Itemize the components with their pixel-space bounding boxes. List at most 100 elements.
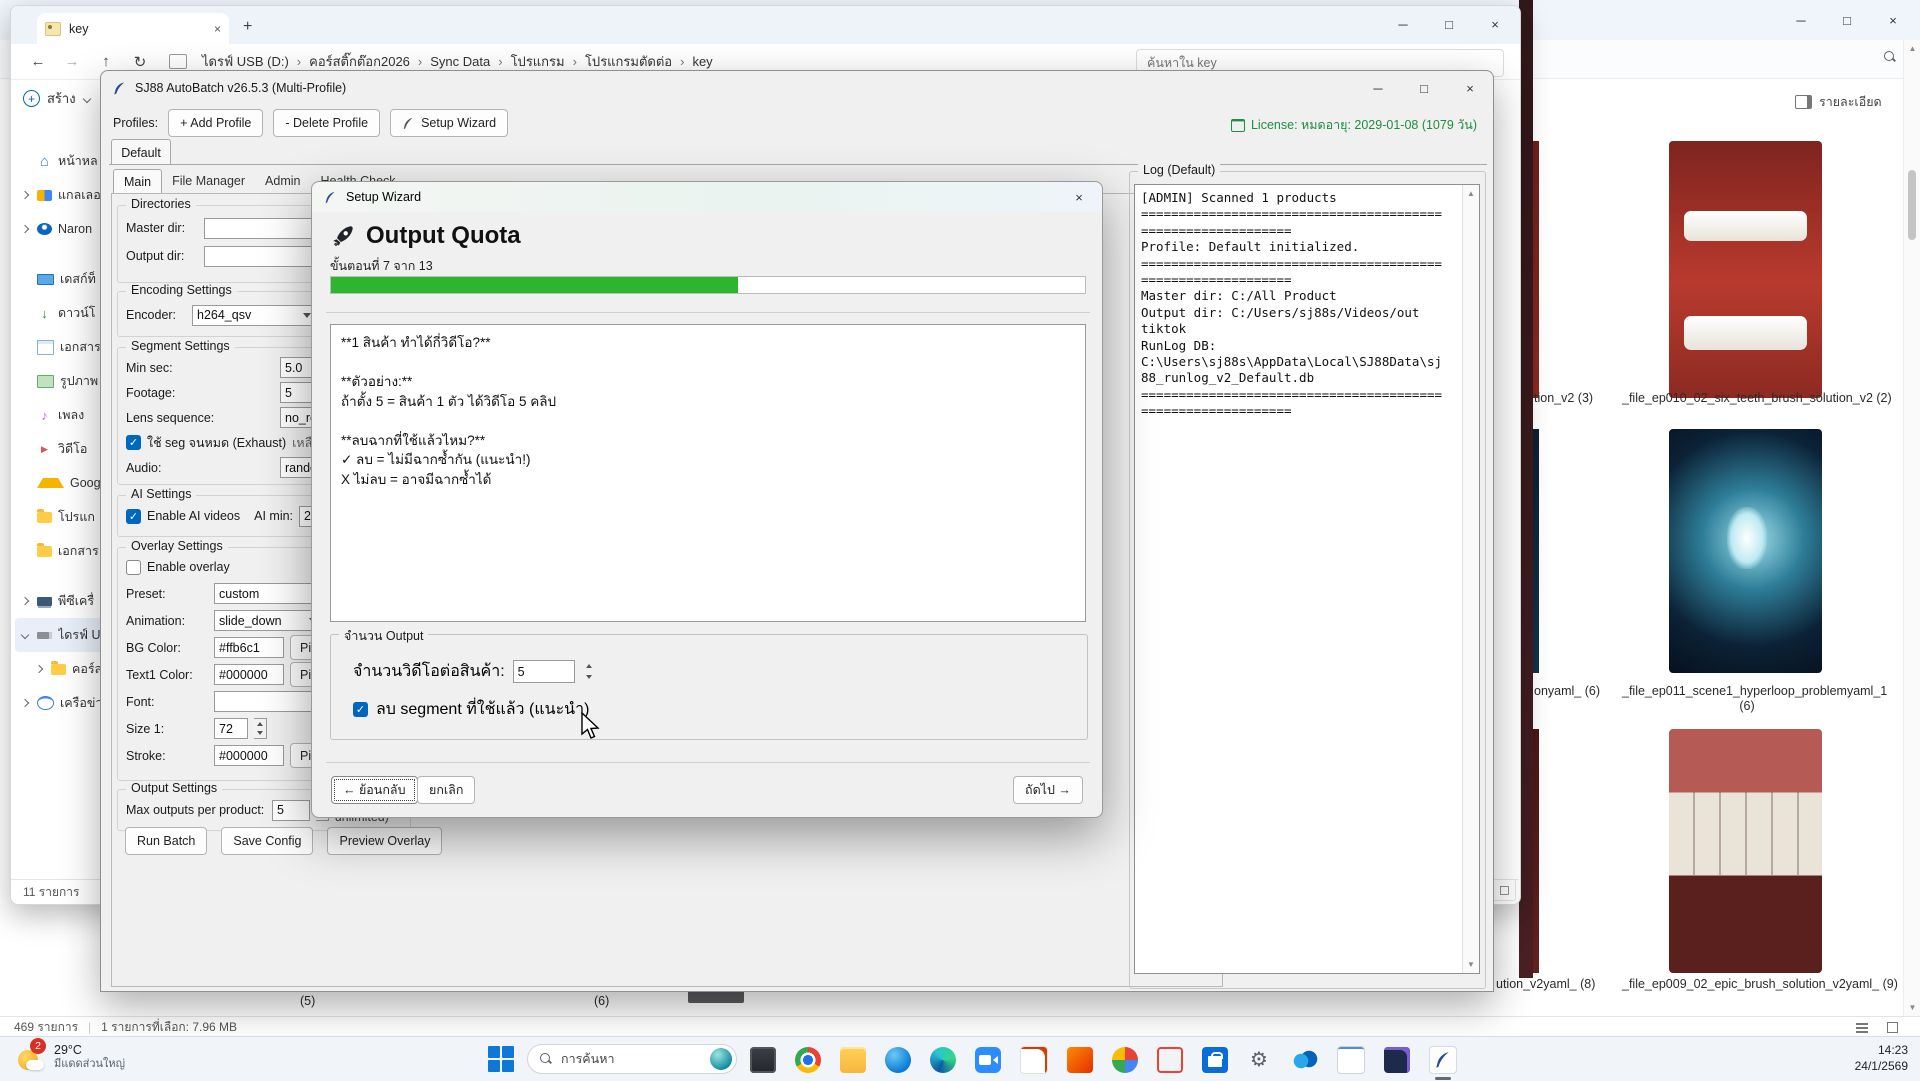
sidebar-item-home[interactable]: หน้าหล bbox=[15, 144, 110, 178]
text1-color-input[interactable]: #000000 bbox=[214, 664, 284, 685]
chevron-down-icon[interactable] bbox=[21, 631, 31, 639]
max-outputs-input[interactable]: 5 bbox=[272, 800, 310, 821]
delete-segment-checkbox[interactable]: ✓ bbox=[353, 702, 368, 717]
search-icon[interactable] bbox=[1884, 51, 1896, 63]
spinner[interactable] bbox=[254, 718, 267, 739]
laptop-icon[interactable] bbox=[750, 1047, 776, 1073]
profile-tab-default[interactable]: Default bbox=[111, 139, 171, 165]
add-profile-button[interactable]: + Add Profile bbox=[168, 109, 263, 137]
setup-wizard-button[interactable]: Setup Wizard bbox=[390, 109, 508, 137]
minimize-icon[interactable]: ─ bbox=[1380, 6, 1426, 42]
sidebar-item-this-pc[interactable]: พีซีเครื่ bbox=[15, 584, 110, 618]
sidebar-item-music[interactable]: เพลง bbox=[15, 398, 110, 432]
sidebar-item-documents-2[interactable]: เอกสาร bbox=[15, 534, 110, 568]
breadcrumb-item[interactable]: Sync Data bbox=[423, 51, 497, 72]
log-scrollbar[interactable]: ▲ ▼ bbox=[1462, 185, 1479, 973]
back-button[interactable]: ← ย้อนกลับ bbox=[331, 776, 418, 804]
chevron-right-icon[interactable] bbox=[35, 665, 45, 673]
sidebar-item-onedrive-naron[interactable]: Naron bbox=[15, 212, 110, 246]
sidebar-item-programs[interactable]: โปรแก bbox=[15, 500, 110, 534]
tab-file-manager[interactable]: File Manager bbox=[162, 169, 255, 193]
spinner[interactable] bbox=[583, 660, 596, 683]
close-icon[interactable]: × bbox=[1056, 182, 1102, 212]
sidebar-item-google-drive[interactable]: Goog bbox=[15, 466, 110, 500]
sidebar-item-usb-drive[interactable]: ไดรฟ์ U bbox=[15, 618, 110, 652]
file-explorer-icon[interactable] bbox=[840, 1047, 866, 1073]
thumbnail-view-icon[interactable] bbox=[1884, 1020, 1900, 1034]
zoom-icon[interactable] bbox=[975, 1047, 1001, 1073]
list-view-icon[interactable] bbox=[1854, 1020, 1870, 1034]
start-button[interactable] bbox=[488, 1046, 514, 1072]
chevron-right-icon[interactable] bbox=[21, 699, 31, 707]
scroll-up-icon[interactable]: ▲ bbox=[1904, 40, 1920, 57]
animation-dropdown[interactable]: slide_down bbox=[214, 610, 326, 631]
run-batch-button[interactable]: Run Batch bbox=[125, 827, 207, 855]
minimize-icon[interactable]: ─ bbox=[1778, 2, 1824, 38]
settings-icon[interactable] bbox=[1247, 1047, 1273, 1073]
enable-ai-checkbox[interactable]: ✓ bbox=[126, 509, 141, 524]
taskbar-search[interactable]: การค้นหา bbox=[527, 1044, 737, 1074]
file-name-fragment[interactable]: tion_v2 (3) bbox=[1534, 391, 1593, 405]
minimize-icon[interactable]: ─ bbox=[1355, 71, 1401, 105]
new-button[interactable]: + สร้าง bbox=[23, 88, 93, 109]
explorer-tab-key[interactable]: key × bbox=[37, 13, 229, 44]
per-product-input[interactable]: 5 bbox=[513, 660, 575, 683]
cancel-button[interactable]: ยกเลิก bbox=[417, 776, 475, 804]
file-name[interactable]: _file_ep009_02_epic_brush_solution_v2yam… bbox=[1622, 977, 1872, 991]
enable-overlay-checkbox[interactable] bbox=[126, 560, 141, 575]
scroll-up-icon[interactable]: ▲ bbox=[1463, 185, 1479, 202]
next-button[interactable]: ถัดไป → bbox=[1013, 776, 1083, 804]
chevron-right-icon[interactable] bbox=[21, 191, 31, 199]
maximize-icon[interactable]: □ bbox=[1401, 71, 1447, 105]
forward-icon[interactable]: → bbox=[55, 47, 89, 77]
tab-admin[interactable]: Admin bbox=[255, 169, 310, 193]
size1-input[interactable]: 72 bbox=[214, 718, 248, 739]
file-name[interactable]: _file_ep010_02_six_teeth_brush_solution_… bbox=[1622, 391, 1872, 405]
vscode-icon[interactable] bbox=[1384, 1047, 1410, 1073]
sidebar-item-downloads[interactable]: ดาวน์โ bbox=[15, 296, 110, 330]
chevron-right-icon[interactable] bbox=[21, 225, 31, 233]
sidebar-item-desktop[interactable]: เดสก์ท็ bbox=[15, 262, 110, 296]
sidebar-item-course-folder[interactable]: คอร์ส bbox=[15, 652, 110, 686]
new-tab-icon[interactable]: + bbox=[243, 18, 252, 36]
file-name-fragment[interactable]: ution_v2yaml_ (8) bbox=[1496, 977, 1595, 991]
file-thumbnail-teeth-open-mouth[interactable] bbox=[1669, 141, 1822, 398]
sj88-icon[interactable] bbox=[1429, 1046, 1457, 1074]
chevron-right-icon[interactable] bbox=[21, 597, 31, 605]
autodesk-icon[interactable] bbox=[1067, 1047, 1093, 1073]
details-pane-button[interactable]: รายละเอียด bbox=[1795, 92, 1882, 112]
encoder-dropdown[interactable]: h264_qsv bbox=[192, 305, 320, 326]
close-icon[interactable]: × bbox=[1472, 6, 1518, 42]
sidebar-item-pictures[interactable]: รูปภาพ bbox=[15, 364, 110, 398]
gmail-icon[interactable] bbox=[1157, 1047, 1183, 1073]
preview-overlay-button[interactable]: Preview Overlay bbox=[327, 827, 442, 855]
chrome-icon[interactable] bbox=[795, 1047, 821, 1073]
file-name-fragment[interactable]: onyaml_ (6) bbox=[1534, 684, 1600, 698]
scrollbar-thumb[interactable] bbox=[1908, 170, 1916, 240]
weather-widget[interactable]: 2 29°C มีแดดส่วนใหญ่ bbox=[16, 1042, 125, 1072]
sidebar-item-videos[interactable]: วิดีโอ bbox=[15, 432, 110, 466]
stroke-input[interactable]: #000000 bbox=[214, 745, 284, 766]
tab-close-icon[interactable]: × bbox=[214, 22, 221, 36]
close-icon[interactable]: × bbox=[1447, 71, 1493, 105]
back-icon[interactable]: ← bbox=[21, 47, 55, 77]
word-icon[interactable] bbox=[1020, 1046, 1048, 1074]
log-output[interactable]: [ADMIN] Scanned 1 products =============… bbox=[1134, 184, 1480, 974]
delete-profile-button[interactable]: - Delete Profile bbox=[273, 109, 380, 137]
thumbnail-view-icon[interactable] bbox=[1498, 884, 1511, 895]
sidebar-item-gallery[interactable]: แกลเลอ bbox=[15, 178, 110, 212]
file-thumbnail-tooth-xray[interactable] bbox=[1669, 429, 1822, 673]
scroll-down-icon[interactable]: ▼ bbox=[1463, 956, 1479, 973]
file-name[interactable]: _file_ep011_scene1_hyperloop_problemyaml… bbox=[1622, 684, 1872, 714]
scrollbar[interactable]: ▲ ▼ bbox=[1903, 40, 1920, 1016]
file-name-fragment[interactable]: (5) bbox=[300, 994, 315, 1008]
file-thumbnail-teeth-macro[interactable] bbox=[1669, 729, 1822, 973]
bg-color-input[interactable]: #ffb6c1 bbox=[214, 637, 284, 658]
exhaust-checkbox[interactable]: ✓ bbox=[126, 435, 141, 450]
sidebar-item-documents[interactable]: เอกสาร bbox=[15, 330, 110, 364]
onedrive-icon[interactable] bbox=[1292, 1047, 1318, 1073]
save-config-button[interactable]: Save Config bbox=[221, 827, 313, 855]
clock[interactable]: 14:23 24/1/2569 bbox=[1855, 1042, 1908, 1074]
notes-icon[interactable] bbox=[1337, 1046, 1365, 1074]
tab-main[interactable]: Main bbox=[113, 169, 162, 193]
